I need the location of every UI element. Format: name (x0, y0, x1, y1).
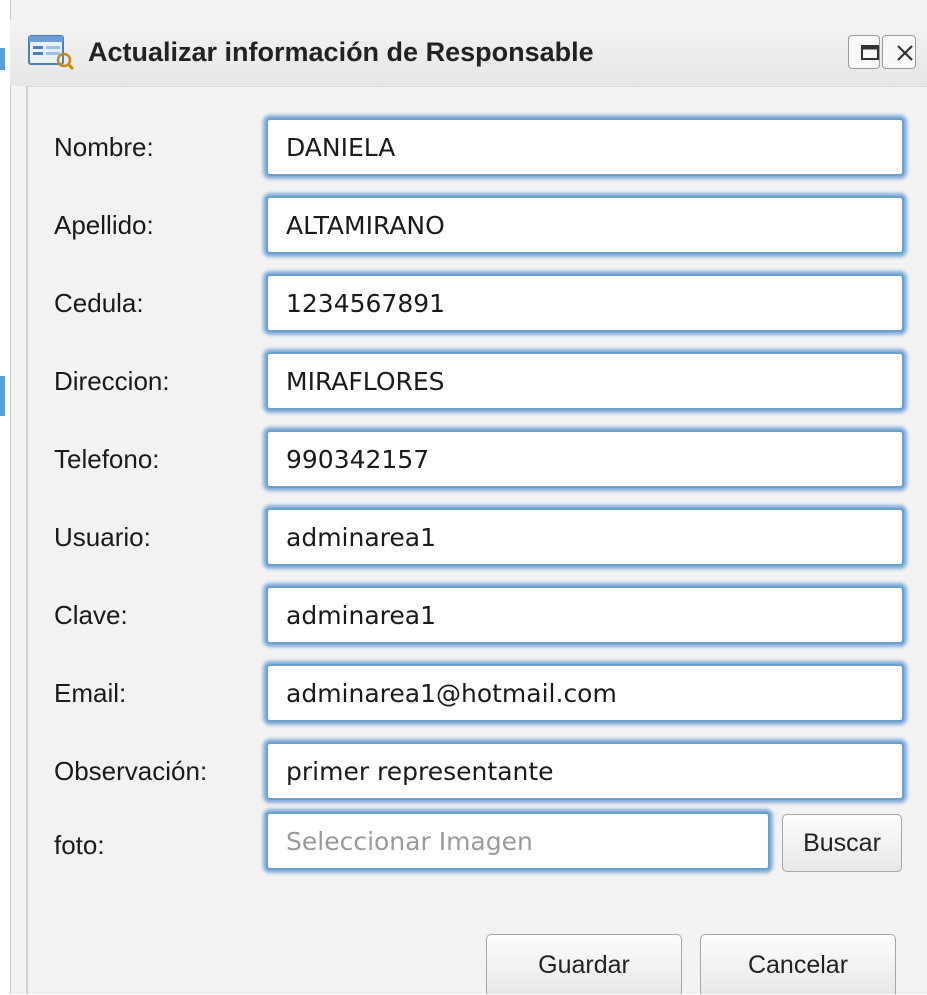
telefono-field[interactable] (266, 430, 904, 488)
form-window-icon (28, 34, 75, 71)
photo-path-field[interactable] (266, 812, 770, 870)
cedula-label: Cedula: (54, 288, 144, 318)
maximize-button[interactable] (848, 35, 880, 69)
update-responsable-window: Actualizar información de Responsable No… (0, 0, 927, 994)
edge-marker (0, 376, 5, 416)
apellido-label: Apellido: (54, 210, 154, 240)
direccion-field[interactable] (266, 352, 904, 410)
observacion-field[interactable] (266, 742, 904, 800)
close-icon (889, 45, 921, 72)
apellido-field[interactable] (266, 196, 904, 254)
observacion-label: Observación: (54, 756, 208, 786)
usuario-label: Usuario: (54, 522, 151, 552)
clave-field[interactable] (266, 586, 904, 644)
nombre-label: Nombre: (54, 132, 154, 162)
telefono-label: Telefono: (54, 444, 160, 474)
direccion-label: Direccion: (54, 366, 170, 396)
save-button[interactable]: Guardar (486, 934, 682, 994)
email-field[interactable] (266, 664, 904, 722)
maximize-icon (855, 45, 885, 72)
cedula-field[interactable] (266, 274, 904, 332)
window-titlebar[interactable]: Actualizar información de Responsable (10, 20, 927, 86)
usuario-field[interactable] (266, 508, 904, 566)
nombre-field[interactable] (266, 118, 904, 176)
window-title: Actualizar información de Responsable (88, 37, 594, 67)
cancel-button[interactable]: Cancelar (700, 934, 896, 994)
email-label: Email: (54, 678, 127, 708)
window-left-edge (0, 0, 11, 994)
foto-label: foto: (54, 830, 105, 860)
clave-label: Clave: (54, 600, 128, 630)
close-button[interactable] (882, 35, 916, 69)
edge-marker (0, 48, 5, 70)
browse-button[interactable]: Buscar (782, 814, 902, 872)
